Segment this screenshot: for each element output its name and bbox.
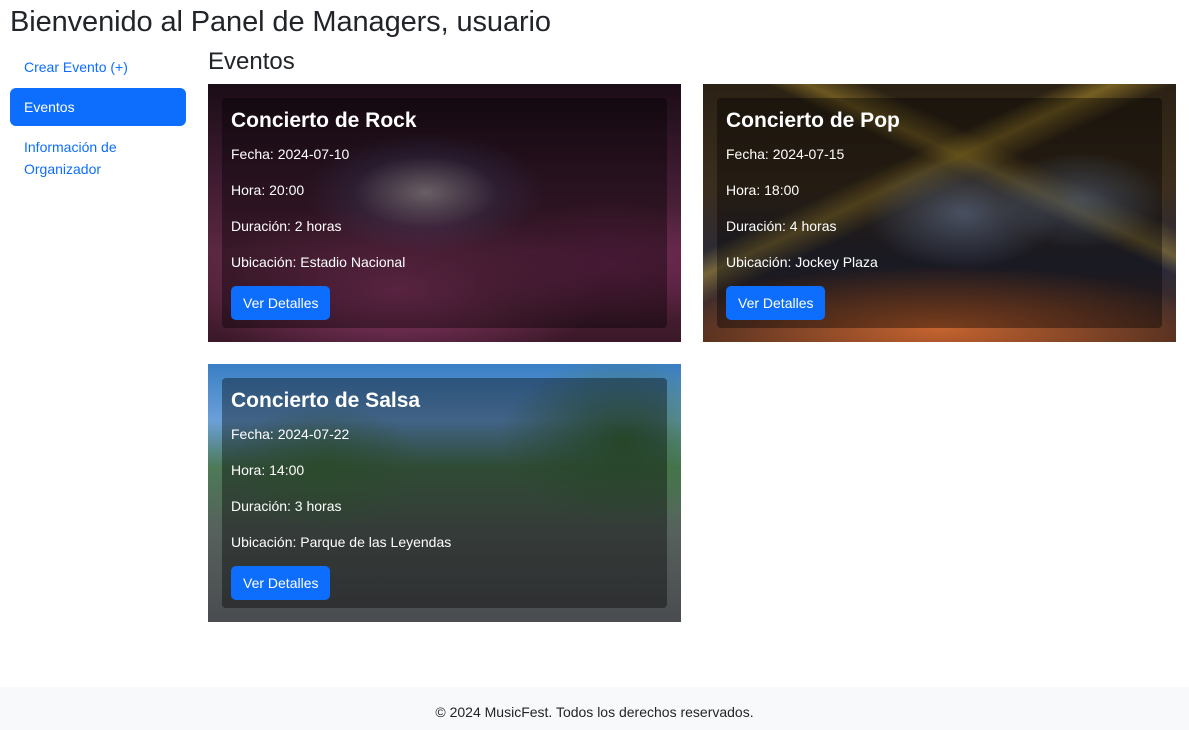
page-title: Bienvenido al Panel de Managers, usuario <box>10 6 551 38</box>
ver-detalles-button[interactable]: Ver Detalles <box>231 566 331 600</box>
event-card-salsa: Concierto de Salsa Fecha: 2024-07-22 Hor… <box>208 364 681 622</box>
ver-detalles-button[interactable]: Ver Detalles <box>726 286 826 320</box>
event-card-pop: Concierto de Pop Fecha: 2024-07-15 Hora:… <box>703 84 1176 342</box>
event-time: Hora: 14:00 <box>231 462 305 478</box>
ver-detalles-button[interactable]: Ver Detalles <box>231 286 331 320</box>
event-date: Fecha: 2024-07-22 <box>231 426 350 442</box>
event-card-rock: Concierto de Rock Fecha: 2024-07-10 Hora… <box>208 84 681 342</box>
event-title: Concierto de Salsa <box>231 389 421 412</box>
event-title: Concierto de Pop <box>726 109 900 132</box>
sidebar: Crear Evento (+) Eventos Información de … <box>10 48 186 188</box>
sidebar-item-eventos[interactable]: Eventos <box>10 88 186 126</box>
event-duration: Duración: 4 horas <box>726 218 837 234</box>
event-location: Ubicación: Parque de las Leyendas <box>231 534 452 550</box>
event-date: Fecha: 2024-07-15 <box>726 146 845 162</box>
event-duration: Duración: 3 horas <box>231 498 342 514</box>
event-date: Fecha: 2024-07-10 <box>231 146 350 162</box>
event-title: Concierto de Rock <box>231 109 417 132</box>
section-title: Eventos <box>208 48 295 75</box>
footer: © 2024 MusicFest. Todos los derechos res… <box>0 687 1189 730</box>
event-time: Hora: 20:00 <box>231 182 305 198</box>
sidebar-item-informacion-organizador[interactable]: Información de Organizador <box>10 128 186 188</box>
footer-text: © 2024 MusicFest. Todos los derechos res… <box>435 704 754 720</box>
event-location: Ubicación: Estadio Nacional <box>231 254 406 270</box>
event-location: Ubicación: Jockey Plaza <box>726 254 878 270</box>
event-duration: Duración: 2 horas <box>231 218 342 234</box>
event-time: Hora: 18:00 <box>726 182 800 198</box>
sidebar-item-crear-evento[interactable]: Crear Evento (+) <box>10 48 186 86</box>
